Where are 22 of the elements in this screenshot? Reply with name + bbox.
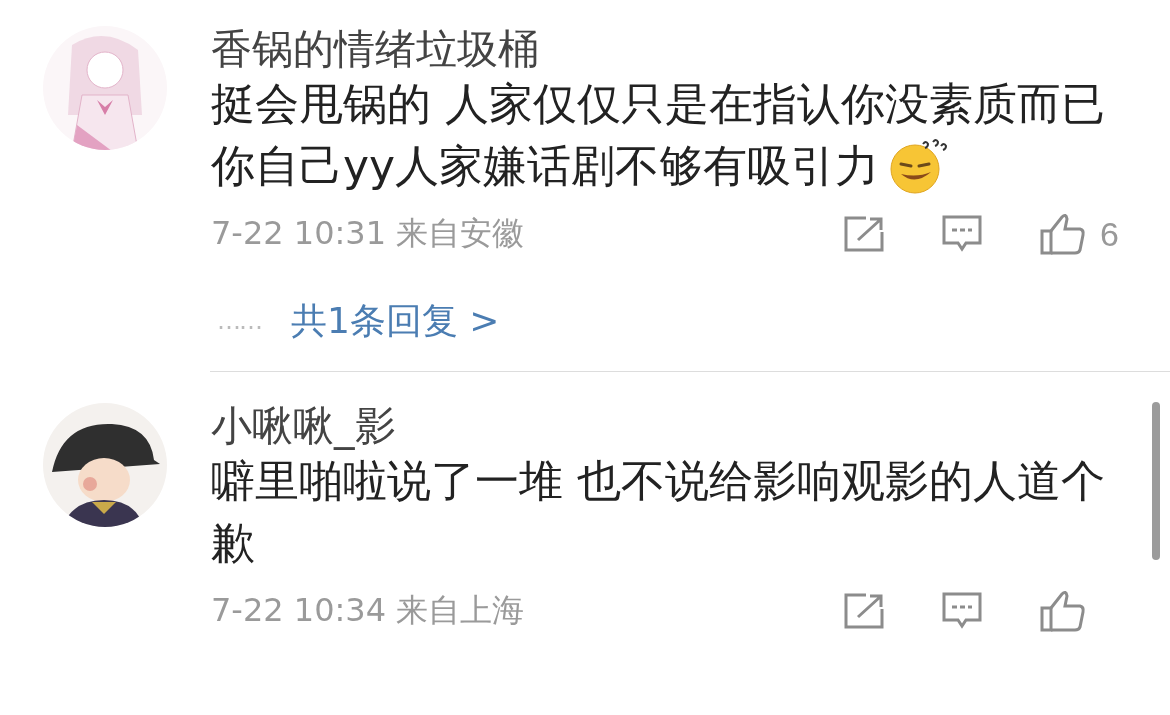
comment-button[interactable] (942, 215, 982, 253)
user-name[interactable]: 香锅的情绪垃圾桶 (211, 25, 539, 73)
comment-time: 7-22 10:31 来自安徽 (211, 213, 525, 254)
comment-text: 歉 (211, 517, 255, 569)
replies-link[interactable]: 共1条回复 > (291, 296, 500, 346)
share-icon (844, 593, 884, 629)
comment-button[interactable] (942, 592, 982, 630)
comment-text: 挺会甩锅的 人家仅仅只是在指认你没素质而已 (211, 78, 1105, 130)
grinning-emoji-icon (889, 138, 948, 194)
share-button[interactable] (844, 593, 884, 629)
user-name[interactable]: 小啾啾_影 (211, 402, 396, 450)
thumbs-up-icon (1040, 590, 1086, 632)
comment-text: 你自己yy人家嫌话剧不够有吸引力 (211, 140, 880, 192)
comment-text: 噼里啪啦说了一堆 也不说给影响观影的人道个 (211, 455, 1105, 507)
thumbs-up-icon (1040, 213, 1086, 255)
ellipsis: …… (217, 307, 261, 335)
share-button[interactable] (844, 216, 884, 252)
share-icon (844, 216, 884, 252)
comment-icon (942, 215, 982, 253)
comment-icon (942, 592, 982, 630)
scrollbar[interactable] (1152, 402, 1160, 560)
comment-time: 7-22 10:34 来自上海 (211, 590, 525, 631)
